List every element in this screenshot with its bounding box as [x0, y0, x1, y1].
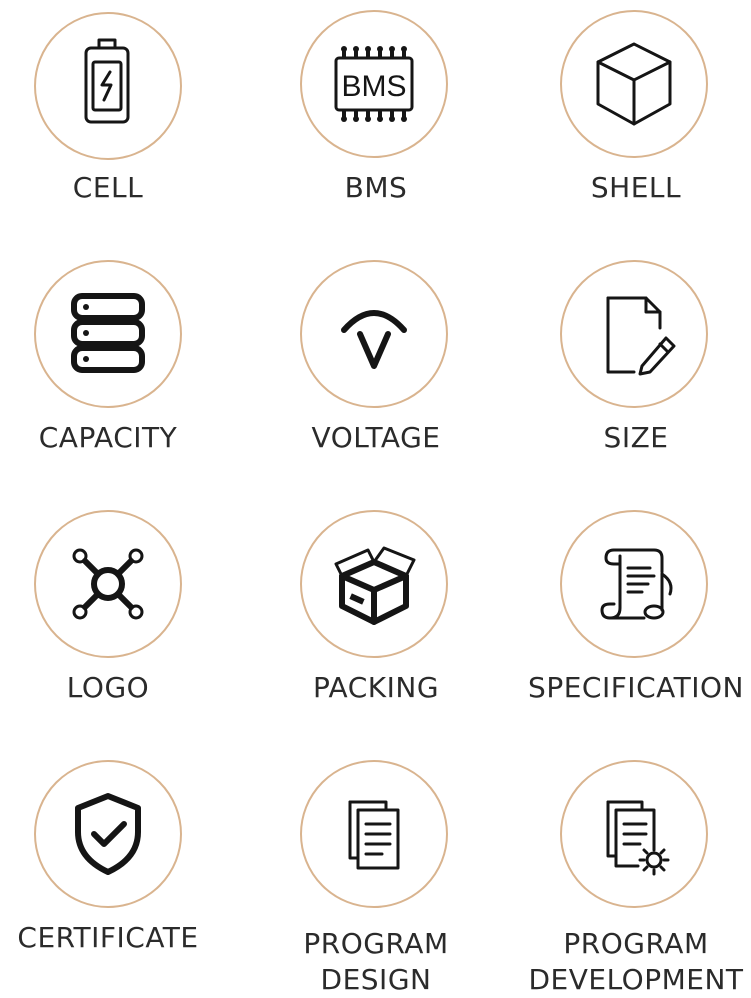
icon-circle [300, 510, 448, 658]
feature-label: PROGRAM [303, 927, 449, 960]
feature-label: SIZE [603, 421, 669, 454]
icon-circle [300, 760, 448, 908]
icon-circle [34, 260, 182, 408]
feature-label: PACKING [312, 671, 440, 704]
icon-circle [560, 510, 708, 658]
cube-icon [596, 42, 672, 126]
feature-label: SHELL [590, 171, 682, 204]
network-nodes-icon [72, 548, 144, 620]
feature-label-line2: DEVELOPMENT [528, 963, 744, 996]
server-stack-icon [71, 293, 145, 373]
feature-label: LOGO [66, 671, 150, 704]
battery-icon [84, 38, 130, 124]
icon-circle [34, 760, 182, 908]
icon-circle [560, 760, 708, 908]
icon-circle [560, 10, 708, 158]
icon-circle [300, 260, 448, 408]
documents-gear-icon [606, 800, 670, 876]
open-box-icon [334, 546, 416, 625]
feature-label: CAPACITY [38, 421, 178, 454]
feature-label: CELL [72, 171, 144, 204]
document-edit-icon [606, 296, 676, 376]
feature-label: PROGRAM [563, 927, 709, 960]
feature-label: SPECIFICATION [528, 671, 744, 704]
feature-label: VOLTAGE [311, 421, 441, 454]
scroll-music-icon [600, 548, 673, 620]
icon-circle [34, 12, 182, 160]
feature-label: CERTIFICATE [17, 921, 199, 954]
feature-label-line2: DESIGN [320, 963, 432, 996]
feature-label: BMS [344, 171, 408, 204]
bms-chip-icon: BMS [334, 46, 414, 122]
voltage-icon [341, 310, 407, 369]
icon-circle [34, 510, 182, 658]
chip-text: BMS [341, 70, 406, 103]
icon-circle [560, 260, 708, 408]
shield-check-icon [75, 793, 141, 875]
icon-circle: BMS [300, 10, 448, 158]
documents-icon [348, 800, 400, 870]
